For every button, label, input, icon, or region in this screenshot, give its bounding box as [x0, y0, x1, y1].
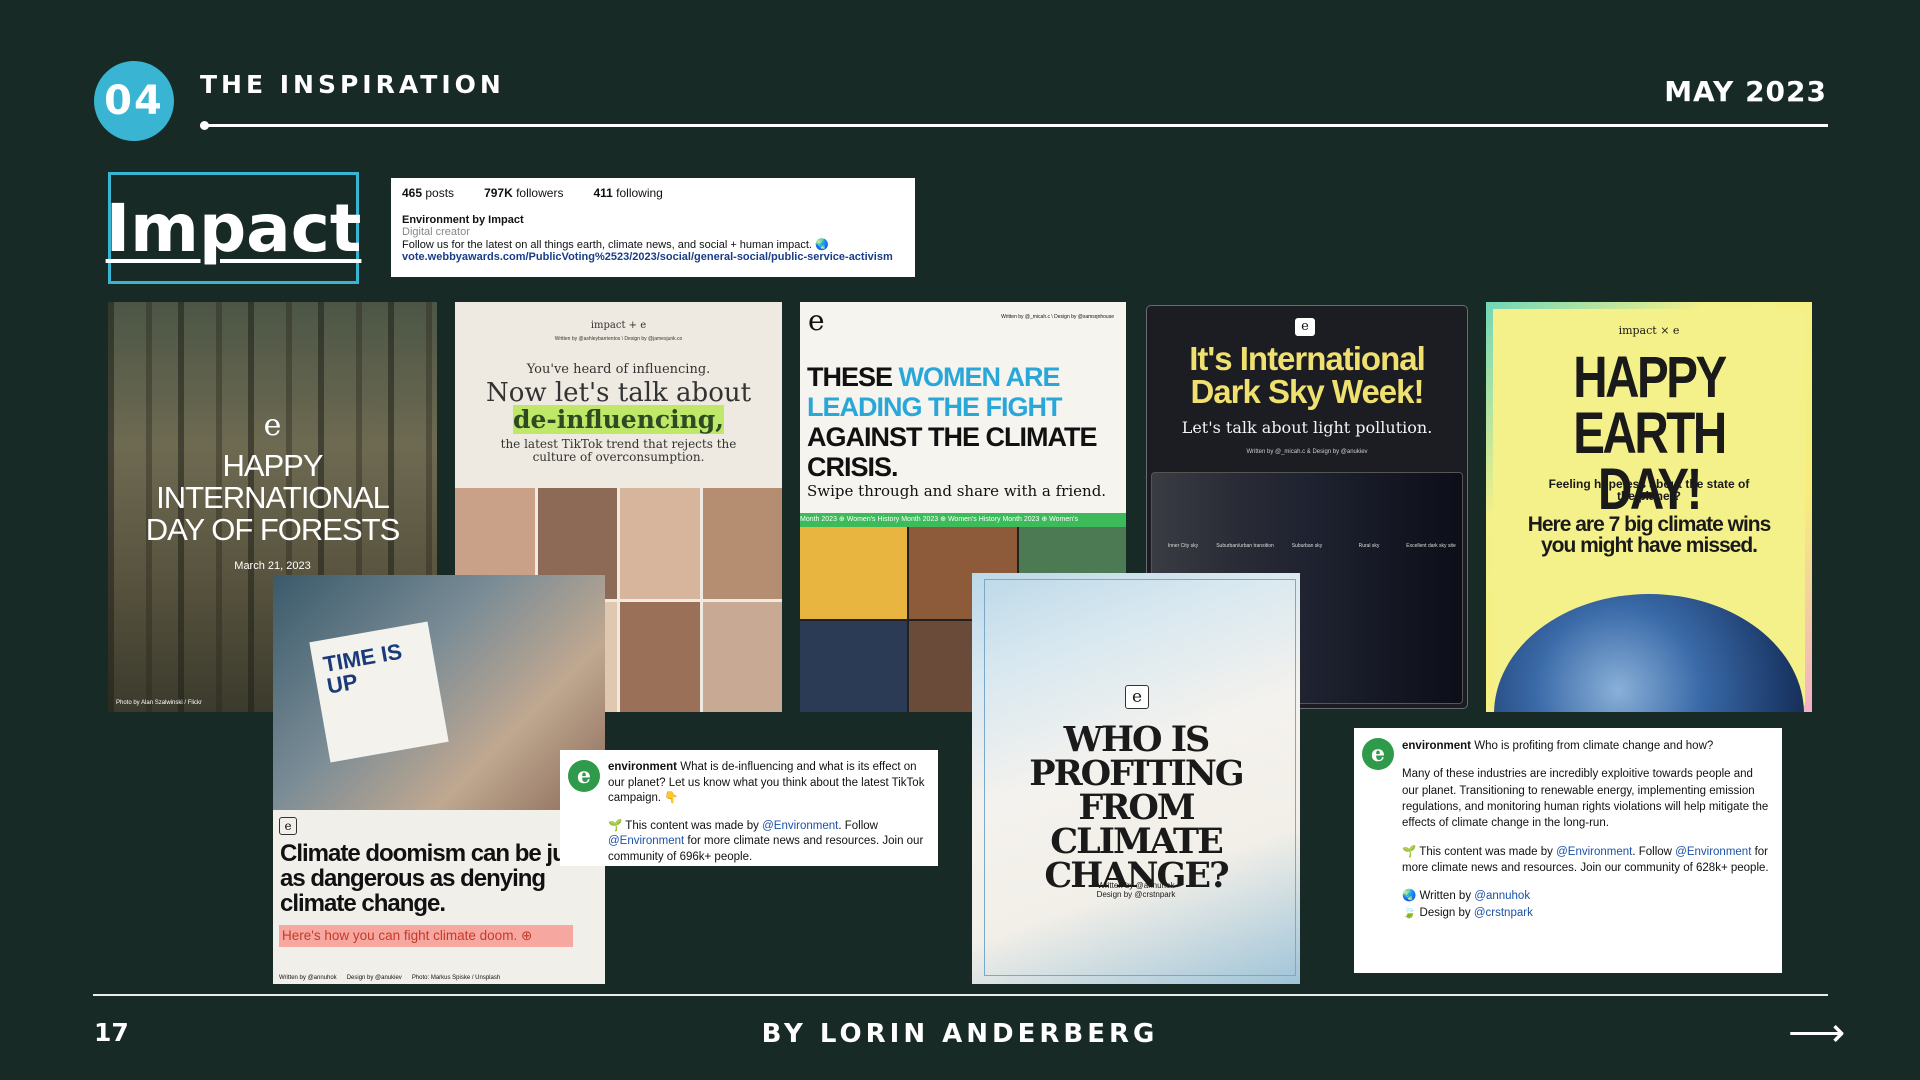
darksky-subtitle: Let's talk about light pollution. [1181, 418, 1433, 437]
instagram-profile-card: 465 posts 797K followers 411 following E… [391, 178, 915, 277]
deinfluencing-brand: impact + e [590, 320, 647, 331]
caption-text: environment What is de-influencing and w… [608, 761, 925, 805]
followers-stat: 797K followers [484, 186, 564, 200]
doomism-credits: Written by @annuhok Design by @anukiev Pho… [279, 975, 501, 981]
deinfluencing-credit: Written by @ashleybarrientos \ Design by… [554, 336, 683, 342]
section-title: THE INSPIRATION [200, 70, 505, 99]
avatar: e [1362, 738, 1394, 770]
earthday-body: Here are 7 big climate wins you might ha… [1527, 513, 1772, 557]
caption-question: environment Who is profiting from climat… [1402, 740, 1714, 752]
darksky-title: It's International Dark Sky Week! [1189, 340, 1426, 410]
caption-credits: 🌱 This content was made by @Environment.… [1402, 845, 1769, 874]
header-divider [204, 124, 1828, 127]
avatar: e [568, 760, 600, 792]
deinfluencing-line3: de-influencing, [513, 405, 724, 434]
profile-name: Environment by Impact [402, 214, 524, 226]
profile-category: Digital creator [402, 226, 470, 238]
forests-credit: Photo by Alan Szalwinski / Flickr [116, 700, 203, 706]
e-logo-icon: e [1295, 318, 1315, 336]
impact-title: Impact [105, 189, 362, 267]
posts-stat: 465 posts [402, 186, 455, 200]
slide-date: MAY 2023 [1664, 75, 1827, 108]
profile-stats: 465 posts 797K followers 411 following [402, 186, 904, 200]
deinfluencing-line1: You've heard of influencing. [526, 362, 711, 377]
caption-body: Many of these industries are incredibly … [1402, 768, 1769, 830]
e-logo-icon: e [808, 304, 825, 337]
e-logo-icon: e [1125, 685, 1149, 709]
doomism-title: Climate doomism can be just as dangerous… [280, 840, 586, 917]
deinfluencing-line4: the latest TikTok trend that rejects the… [500, 437, 737, 464]
earthday-brand: impact × e [1618, 324, 1680, 337]
footer-divider [93, 994, 1828, 996]
women-headline: THESE WOMEN ARE LEADING THE FIGHT AGAINS… [807, 362, 1097, 482]
post-earth-day[interactable]: impact × e HAPPY EARTH DAY! Feeling hope… [1486, 302, 1812, 712]
caption-authors: 🌏 Written by @annuhok 🍃 Design by @crstn… [1402, 890, 1533, 919]
darksky-credit: Written by @_micah.c & Design by @anukie… [1246, 449, 1368, 455]
women-subtitle: Swipe through and share with a friend. [807, 482, 1107, 500]
darksky-zone: Rural sky [1358, 543, 1380, 549]
e-logo-icon: e [263, 408, 282, 443]
darksky-zone: Excellent dark sky site [1406, 543, 1456, 549]
impact-title-box: Impact [105, 172, 362, 284]
next-arrow-icon[interactable]: ⟶ [1788, 1013, 1845, 1053]
forests-date: March 21, 2023 [234, 560, 311, 572]
caption-credits: 🌱 This content was made by @Environment.… [608, 819, 924, 863]
profiting-credits: Written by @annuhok Design by @crstnpark [1096, 881, 1176, 899]
post-climate-doomism[interactable]: TIME IS UP e Climate doomism can be just… [273, 575, 605, 984]
profile-link[interactable]: vote.webbyawards.com/PublicVoting%2523/2… [402, 251, 904, 263]
earthday-subtitle: Feeling hopeless about the state of the … [1548, 477, 1750, 503]
author-credit: BY LORIN ANDERBERG [761, 1019, 1159, 1049]
caption-deinfluencing: e environment What is de-influencing and… [560, 750, 938, 866]
forests-title: HAPPY INTERNATIONAL DAY OF FORESTS [145, 448, 401, 547]
section-number-badge: 04 [94, 61, 174, 141]
post-who-is-profiting[interactable]: e WHO IS PROFITING FROM CLIMATE CHANGE? … [972, 573, 1300, 984]
e-logo-icon: e [279, 817, 297, 835]
women-credit: Written by @_micah.c \ Design by @samsqn… [1001, 314, 1114, 320]
profile-bio: Follow us for the latest on all things e… [402, 239, 829, 251]
doomism-cta: Here's how you can fight climate doom. ⊕ [279, 925, 573, 947]
following-stat: 411 following [593, 186, 663, 200]
protest-sign: TIME IS UP [309, 621, 449, 763]
caption-profiting: e environment Who is profiting from clim… [1354, 728, 1782, 973]
profiting-title: WHO IS PROFITING FROM CLIMATE CHANGE? [1029, 719, 1244, 896]
deinfluencing-line2: Now let's talk about [485, 378, 752, 408]
women-ticker: Month 2023 ⊕ Women's History Month 2023 … [800, 513, 1126, 527]
